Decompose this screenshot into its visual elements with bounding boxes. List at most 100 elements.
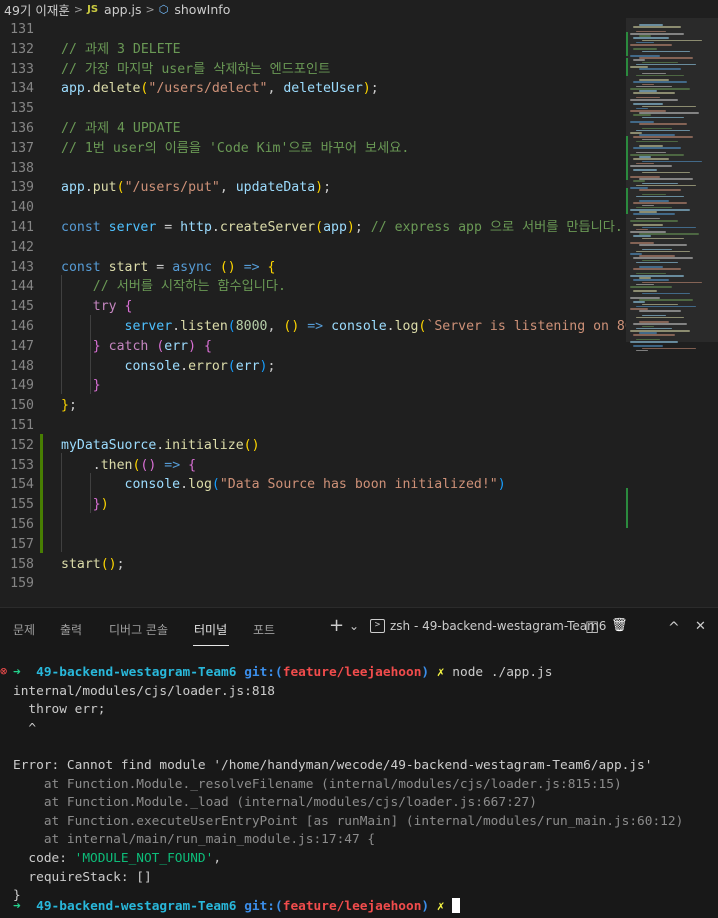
line-number: 159 (10, 576, 34, 592)
line-number: 137 (10, 140, 34, 156)
code-token: log (188, 477, 212, 493)
line-number: 133 (10, 61, 34, 77)
code-line[interactable]: 154 console.log("Data Source has boon in… (0, 475, 625, 495)
code-token: ; (116, 556, 125, 572)
minimap-line (633, 26, 681, 28)
code-token: . (386, 319, 395, 334)
code-token: . (180, 477, 189, 493)
code-line[interactable]: 156 (0, 515, 625, 535)
new-terminal-icon[interactable]: + (329, 615, 344, 636)
minimap-line (642, 204, 654, 207)
code-editor[interactable]: 131 132 // 과제 3 DELETE 133 // 가장 마지막 user를 삭… (0, 18, 718, 607)
tab-terminal[interactable]: 터미널 (194, 621, 227, 638)
code-line[interactable]: 148 console.error(err); (0, 357, 625, 377)
code-token: error (188, 358, 228, 374)
line-number: 138 (10, 160, 34, 176)
output-line: ^ (13, 720, 37, 736)
line-number: 154 (10, 477, 34, 493)
line-code: // 가장 마지막 user를 삭제하는 엔드포인트 (61, 60, 330, 80)
line-number: 148 (10, 358, 34, 374)
line-number: 147 (10, 338, 34, 354)
minimap-line (633, 268, 681, 270)
code-line[interactable]: 135 (0, 99, 625, 119)
prompt-dir: 49-backend-westagram-Team6 (36, 665, 237, 680)
code-token: console (124, 358, 181, 374)
code-line[interactable]: 153 .then(() => { (0, 456, 625, 476)
code-line[interactable]: 145 try { (0, 297, 625, 317)
line-number: 151 (10, 418, 34, 433)
code-token: ) (100, 497, 109, 513)
chevron-down-icon[interactable]: ⌄ (349, 619, 359, 633)
code-token: ( (315, 220, 324, 235)
code-line[interactable]: 138 (0, 159, 625, 179)
code-line[interactable]: 152 myDataSuorce.initialize() (0, 436, 625, 456)
git-label: git: (244, 899, 276, 914)
branch-paren: ( (275, 899, 283, 914)
breadcrumb-folder[interactable]: 49기 이재훈 (4, 0, 70, 19)
stack-trace-line: at Function.Module._resolveFilename (int… (13, 776, 622, 792)
code-line[interactable]: 142 (0, 238, 625, 258)
code-token: = (148, 259, 173, 275)
code-line[interactable]: 159 (0, 574, 625, 594)
minimap-line (633, 235, 651, 237)
tab-output[interactable]: 출력 (60, 621, 82, 638)
code-line[interactable]: 131 (0, 20, 625, 40)
code-line[interactable]: 158 start(); (0, 555, 625, 575)
code-line[interactable]: 134 app.delete("/users/delect", deleteUse… (0, 79, 625, 99)
minimap[interactable] (626, 18, 718, 607)
code-token: ) (315, 180, 324, 196)
code-token: try (92, 299, 117, 315)
line-code: // 과제 3 DELETE (61, 40, 181, 60)
code-token: then (100, 457, 133, 473)
code-line[interactable]: 133 // 가장 마지막 user를 삭제하는 엔드포인트 (0, 60, 625, 80)
minimap-line (639, 244, 687, 246)
breadcrumb-symbol[interactable]: showInfo (174, 2, 230, 17)
split-terminal-icon[interactable]: ◫ (585, 617, 599, 635)
code-token: ( (227, 358, 236, 374)
code-line[interactable]: 149 } (0, 376, 625, 396)
code-line[interactable]: 151 (0, 416, 625, 436)
code-line[interactable]: 146 server.listen(8000, () => console.lo… (0, 317, 672, 337)
line-code: const server = http.createServer(app); /… (61, 218, 623, 238)
code-line[interactable]: 139 app.put("/users/put", updateData); (0, 178, 625, 198)
close-panel-icon[interactable]: ✕ (695, 619, 706, 634)
breadcrumb-file[interactable]: app.js (104, 2, 142, 17)
line-number: 145 (10, 299, 34, 315)
prompt-line[interactable]: ➜ 49-backend-westagram-Team6 git:(featur… (13, 898, 718, 917)
stack-trace-line: at internal/main/run_main_module.js:17:4… (13, 831, 718, 850)
tab-ports[interactable]: 포트 (253, 621, 275, 638)
line-code: console.log("Data Source has boon initia… (61, 475, 506, 495)
tab-problems[interactable]: 문제 (13, 621, 35, 638)
code-line[interactable]: 141 const server = http.createServer(app)… (0, 218, 625, 238)
code-line[interactable]: 147 } catch (err) { (0, 337, 625, 357)
code-line[interactable]: 140 (0, 198, 625, 218)
code-line[interactable]: 150}; (0, 396, 625, 416)
terminal-selector[interactable]: > zsh - 49-backend-westagram-Team6 (370, 619, 606, 633)
minimap-line (642, 160, 702, 163)
minimap-line (633, 279, 669, 281)
dirty-mark: ✗ (436, 899, 445, 914)
terminal-view[interactable]: ⊗ ➜ 49-backend-westagram-Team6 git:(feat… (0, 648, 718, 918)
minimap-line (639, 68, 681, 70)
code-line[interactable]: 144 // 서버를 시작하는 함수입니다. (0, 277, 625, 297)
code-line[interactable]: 136 // 과제 4 UPDATE (0, 119, 625, 139)
code-line[interactable]: 137 // 1번 user의 이름을 'Code Kim'으로 바꾸어 보세요. (0, 139, 625, 159)
code-line[interactable]: 132 // 과제 3 DELETE (0, 40, 625, 60)
line-number: 140 (10, 200, 34, 216)
minimap-line (642, 116, 684, 119)
minimap-line (642, 138, 660, 141)
minimap-line (642, 72, 666, 75)
maximize-panel-icon[interactable]: ^ (668, 620, 680, 636)
code-token: "Data Source has boon initialized!" (219, 477, 498, 493)
minimap-line (642, 61, 678, 64)
code-line[interactable]: 155 }) (0, 495, 625, 515)
code-line[interactable]: 143 const start = async () => { (0, 258, 625, 278)
trash-icon[interactable]: 🗑 (611, 618, 628, 633)
code-tail: , (213, 851, 222, 866)
tab-debug-console[interactable]: 디버그 콘솔 (109, 621, 168, 638)
code-line[interactable]: 157 (0, 535, 625, 555)
code-token: ( (227, 319, 236, 334)
